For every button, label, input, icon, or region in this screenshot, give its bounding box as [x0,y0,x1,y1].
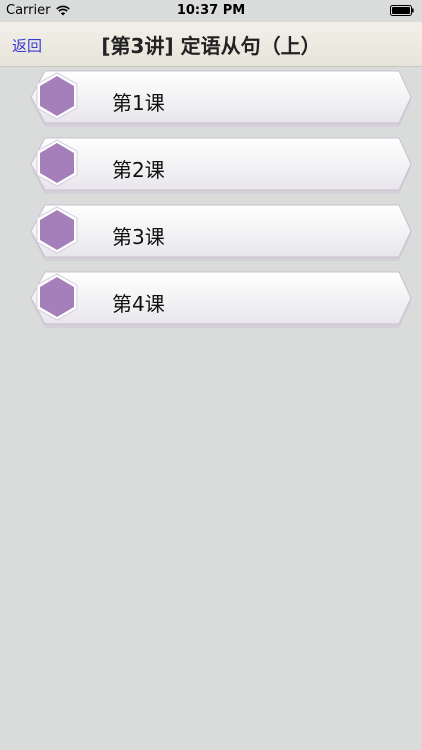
hexagon-icon [36,72,78,120]
hexagon-icon [36,206,78,254]
lesson-label: 第4课 [112,292,165,316]
hexagon-icon [36,273,78,321]
lesson-item-1[interactable]: 第1课 [29,69,413,129]
lesson-label: 第2课 [112,158,165,182]
navigation-bar: 返回 [第3讲] 定语从句（上） [0,22,422,67]
page-title: [第3讲] 定语从句（上） [101,34,321,58]
status-time: 10:37 PM [176,3,246,18]
status-bar: Carrier 10:37 PM [0,0,422,22]
battery-icon [390,5,414,16]
lesson-item-3[interactable]: 第3课 [29,203,413,263]
lesson-item-4[interactable]: 第4课 [29,270,413,330]
lesson-label: 第1课 [112,91,165,115]
lesson-item-2[interactable]: 第2课 [29,136,413,196]
lesson-label: 第3课 [112,225,165,249]
hexagon-icon [36,139,78,187]
